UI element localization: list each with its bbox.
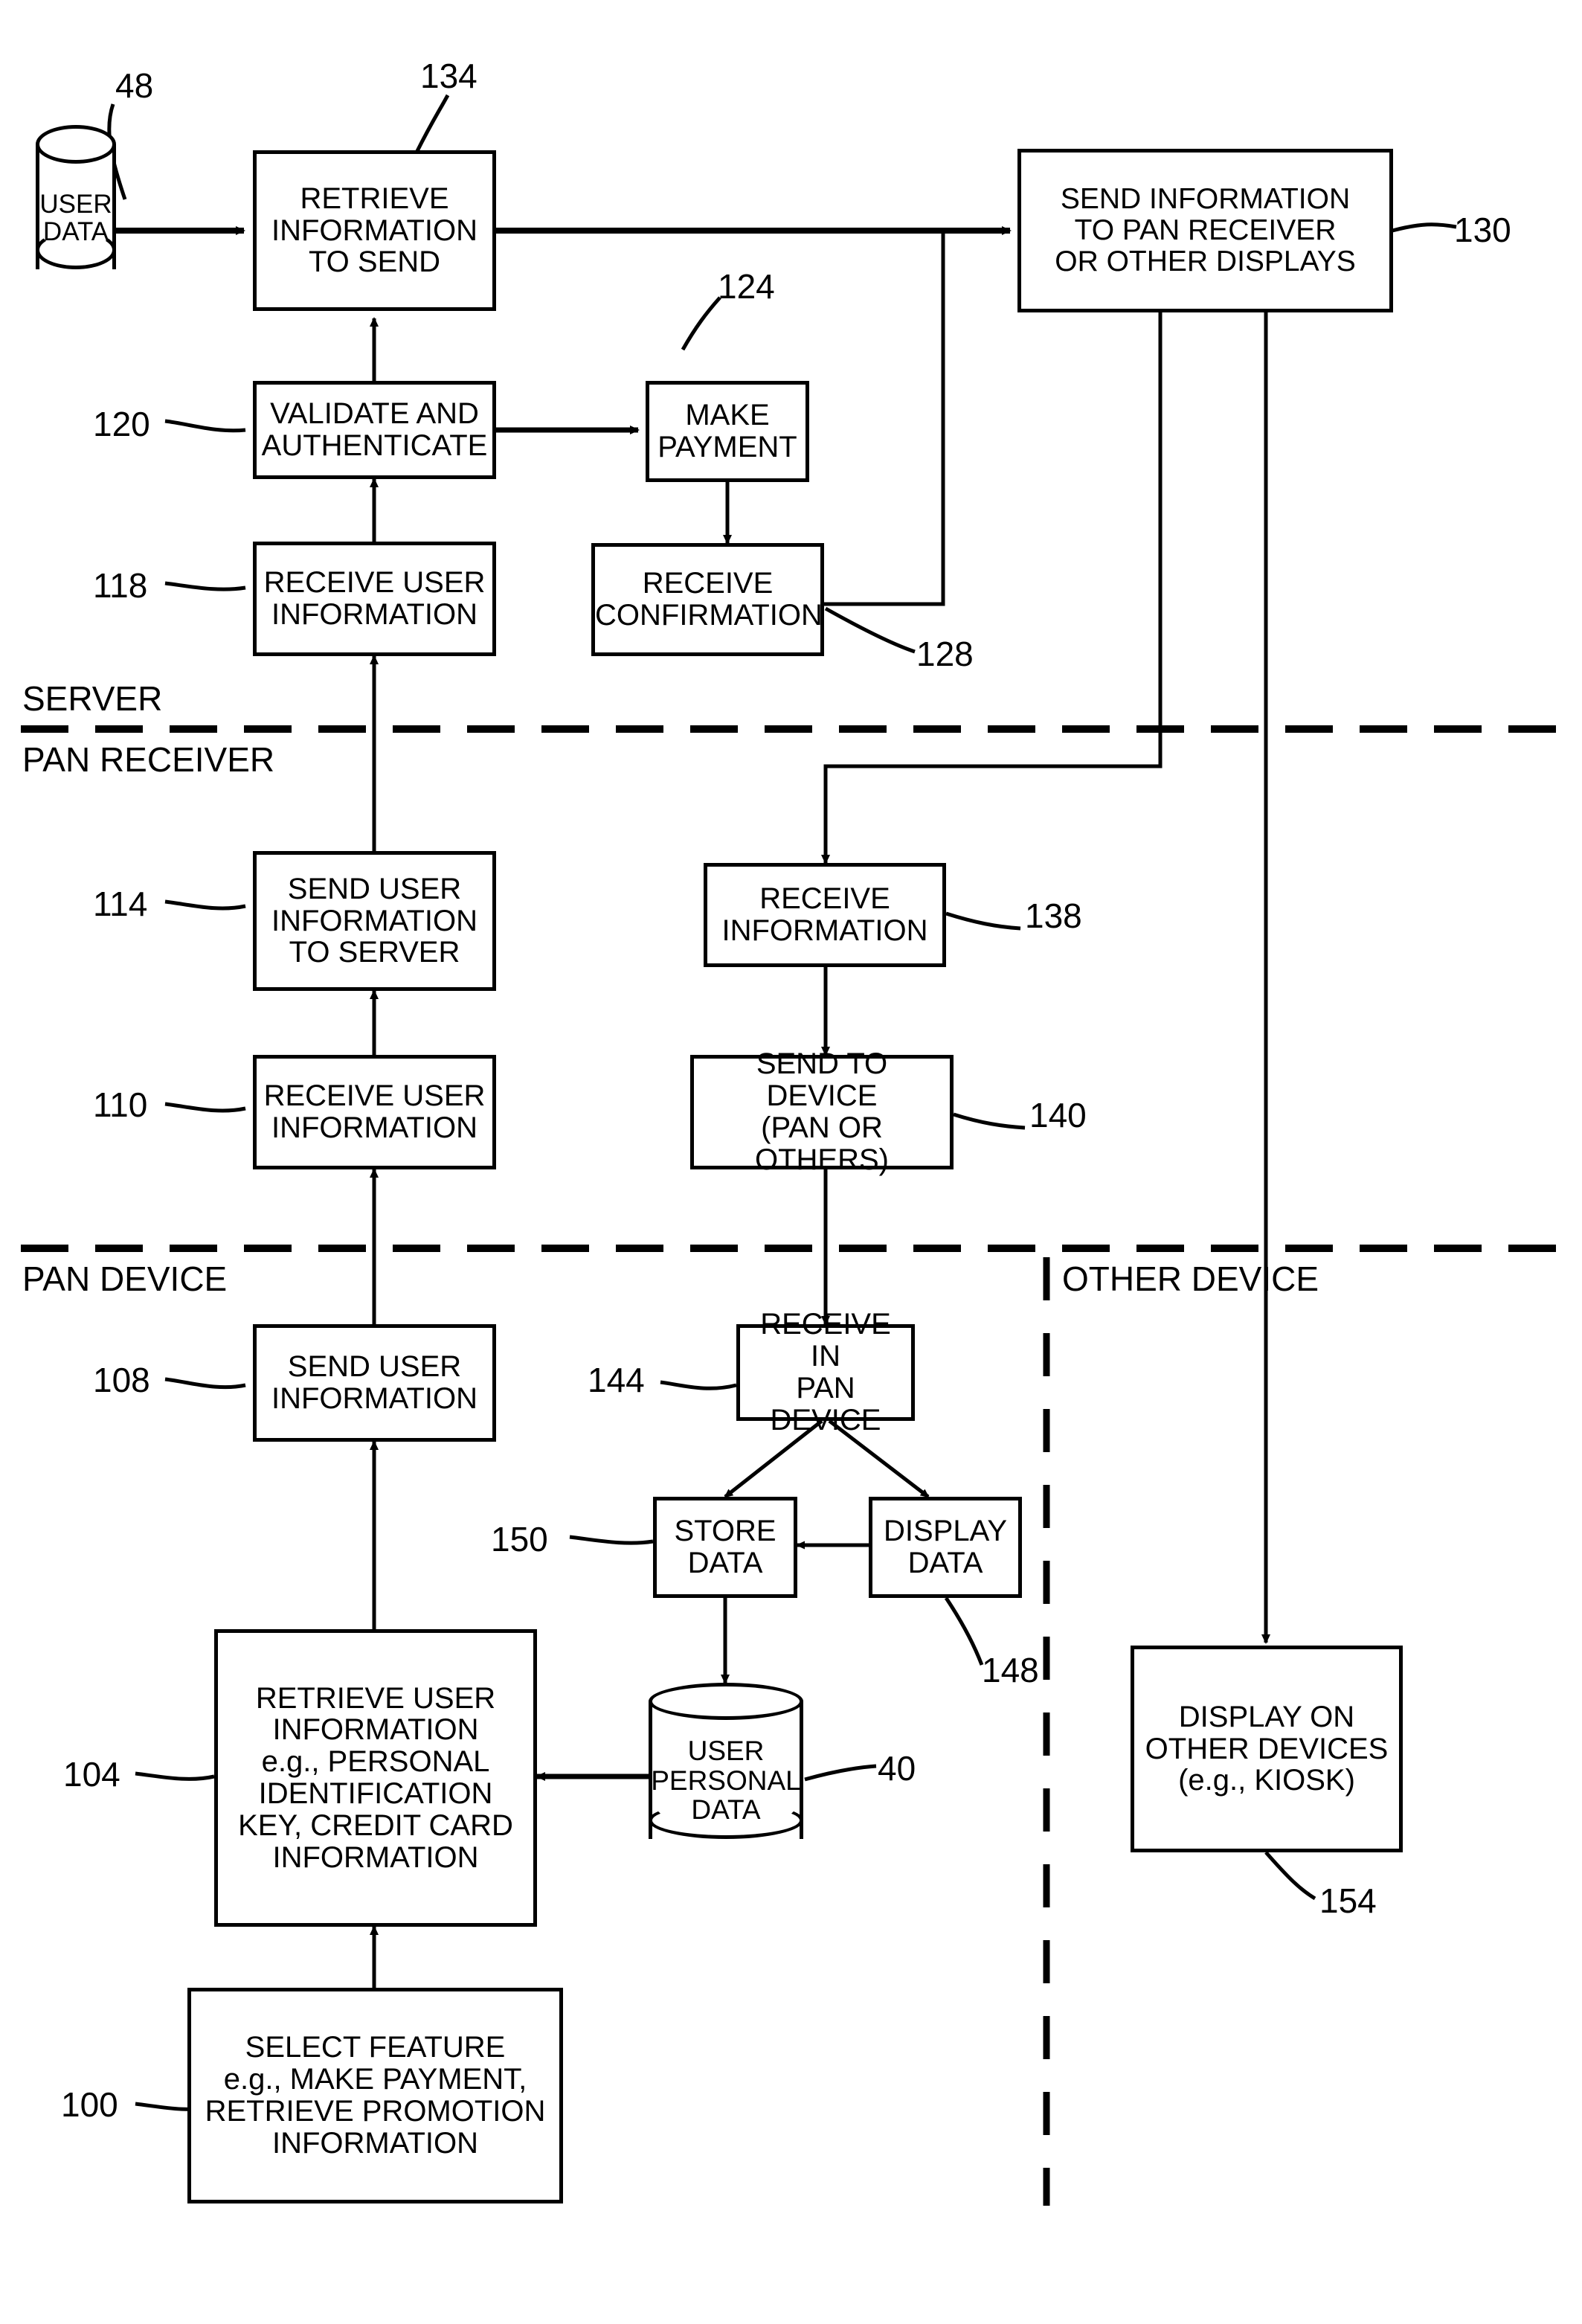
node-label: USER PERSONAL DATA — [651, 1736, 801, 1826]
ref-numeral-40: 40 — [878, 1749, 916, 1788]
ref-numeral-110: 110 — [93, 1085, 148, 1124]
ref-numeral-154: 154 — [1319, 1881, 1377, 1920]
ref-numeral-150: 150 — [491, 1520, 548, 1559]
node-retrieve-information-to-send: RETRIEVE INFORMATION TO SEND — [253, 150, 496, 311]
swimlane-label-pan-device: PAN DEVICE — [22, 1259, 228, 1298]
ref-numeral-48: 48 — [115, 66, 154, 105]
ref-numeral-100: 100 — [61, 2085, 118, 2124]
node-send-user-information-to-server: SEND USER INFORMATION TO SERVER — [253, 851, 496, 991]
leader-104 — [135, 1771, 215, 1781]
leader-154 — [1264, 1851, 1316, 1901]
leader-150 — [569, 1535, 654, 1545]
leader-40 — [804, 1764, 877, 1782]
patent-figure-sheet: USER DATA 48 RETRIEVE INFORMATION TO SEN… — [0, 0, 1582, 2324]
node-store-data: STORE DATA — [653, 1497, 797, 1598]
cylinder-top — [649, 1683, 803, 1720]
ref-numeral-118: 118 — [93, 566, 148, 605]
swimlane-label-server: SERVER — [22, 679, 163, 718]
node-label: RECEIVE INFORMATION — [721, 882, 928, 947]
node-label: SELECT FEATURE e.g., MAKE PAYMENT, RETRI… — [205, 2031, 546, 2160]
node-label: STORE DATA — [674, 1515, 776, 1579]
leader-144 — [660, 1380, 737, 1390]
node-receive-user-information-server: RECEIVE USER INFORMATION — [253, 542, 496, 656]
leader-114 — [164, 899, 246, 911]
node-label: RETRIEVE USER INFORMATION e.g., PERSONAL… — [238, 1681, 513, 1874]
leader-148 — [944, 1596, 984, 1666]
node-label: RECEIVE USER INFORMATION — [263, 566, 486, 631]
leader-128 — [824, 606, 916, 654]
node-label: SEND TO DEVICE (PAN OR OTHERS) — [755, 1047, 889, 1176]
leader-110 — [164, 1102, 246, 1113]
ref-numeral-124: 124 — [718, 267, 775, 306]
node-display-on-other-devices: DISPLAY ON OTHER DEVICES (e.g., KIOSK) — [1131, 1646, 1403, 1852]
node-label: RECEIVE CONFIRMATION — [595, 567, 823, 632]
ref-numeral-108: 108 — [93, 1361, 150, 1399]
node-send-user-information: SEND USER INFORMATION — [253, 1324, 496, 1442]
node-label: RECEIVE USER INFORMATION — [263, 1079, 486, 1144]
node-user-personal-data-store: USER PERSONAL DATA — [649, 1683, 803, 1858]
leader-118 — [164, 581, 246, 591]
cylinder-top — [36, 125, 116, 164]
leader-140 — [953, 1112, 1026, 1130]
node-label: RECEIVE IN PAN DEVICE — [760, 1308, 891, 1437]
node-label: SEND INFORMATION TO PAN RECEIVER OR OTHE… — [1055, 183, 1356, 277]
leader-134 — [414, 94, 450, 154]
node-receive-user-information-pan-receiver: RECEIVE USER INFORMATION — [253, 1055, 496, 1169]
ref-numeral-138: 138 — [1025, 896, 1082, 935]
ref-numeral-114: 114 — [93, 885, 148, 923]
node-select-feature: SELECT FEATURE e.g., MAKE PAYMENT, RETRI… — [187, 1988, 563, 2203]
node-label: VALIDATE AND AUTHENTICATE — [261, 397, 488, 462]
swimlane-label-pan-receiver: PAN RECEIVER — [22, 740, 275, 779]
node-label: RETRIEVE INFORMATION TO SEND — [271, 182, 478, 279]
leader-124 — [681, 296, 721, 351]
node-user-data-store: USER DATA — [36, 125, 116, 289]
node-label: SEND USER INFORMATION TO SERVER — [271, 872, 478, 969]
ref-numeral-148: 148 — [982, 1651, 1039, 1689]
node-send-to-device: SEND TO DEVICE (PAN OR OTHERS) — [690, 1048, 954, 1175]
node-receive-information: RECEIVE INFORMATION — [704, 863, 946, 967]
ref-numeral-120: 120 — [93, 405, 150, 443]
ref-numeral-144: 144 — [588, 1361, 645, 1399]
ref-numeral-128: 128 — [916, 635, 974, 673]
node-label: SEND USER INFORMATION — [271, 1350, 478, 1415]
node-label: DISPLAY DATA — [884, 1515, 1007, 1579]
node-display-data: DISPLAY DATA — [869, 1497, 1022, 1598]
node-label: DISPLAY ON OTHER DEVICES (e.g., KIOSK) — [1145, 1700, 1389, 1797]
leader-120 — [164, 419, 246, 433]
ref-numeral-140: 140 — [1029, 1096, 1087, 1134]
node-retrieve-user-information: RETRIEVE USER INFORMATION e.g., PERSONAL… — [214, 1629, 537, 1927]
node-make-payment: MAKE PAYMENT — [646, 381, 809, 482]
node-receive-in-pan-device: RECEIVE IN PAN DEVICE — [736, 1309, 915, 1436]
node-label: USER DATA — [39, 190, 112, 247]
node-receive-confirmation: RECEIVE CONFIRMATION — [591, 543, 824, 656]
ref-numeral-104: 104 — [63, 1755, 120, 1794]
leader-138 — [945, 911, 1021, 931]
leader-130 — [1392, 222, 1457, 233]
leader-108 — [164, 1377, 246, 1390]
ref-numeral-134: 134 — [420, 57, 478, 95]
node-send-information-to-pan-receiver: SEND INFORMATION TO PAN RECEIVER OR OTHE… — [1017, 149, 1393, 312]
swimlane-label-other-device: OTHER DEVICE — [1062, 1259, 1319, 1298]
node-validate-and-authenticate: VALIDATE AND AUTHENTICATE — [253, 381, 496, 479]
node-label: MAKE PAYMENT — [657, 399, 797, 463]
ref-numeral-130: 130 — [1454, 211, 1511, 249]
